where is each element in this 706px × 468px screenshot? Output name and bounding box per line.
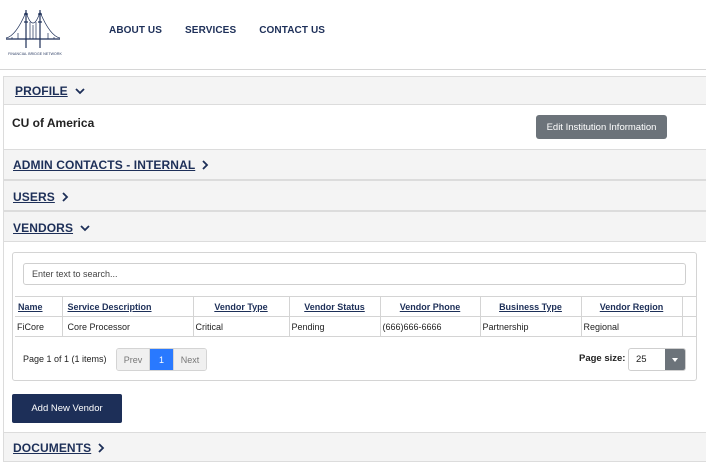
pager: Prev 1 Next — [116, 348, 207, 371]
main-nav: ABOUT US SERVICES CONTACT US — [109, 25, 325, 36]
cell-business-type: Partnership — [480, 316, 582, 337]
nav-contact-us[interactable]: CONTACT US — [259, 25, 325, 36]
section-users-toggle[interactable]: USERS — [13, 190, 69, 204]
institution-name: CU of America — [12, 116, 95, 130]
logo-text: FINANCIAL BRIDGE NETWORK — [8, 52, 62, 56]
site-header: FINANCIAL BRIDGE NETWORK ABOUT US SERVIC… — [0, 0, 706, 70]
column-header-vendor-region[interactable]: Vendor Region — [581, 296, 683, 317]
page-size-label: Page size: — [579, 353, 626, 364]
cell-vendor-region: Regional — [581, 316, 683, 337]
section-documents-header[interactable]: DOCUMENTS — [3, 432, 706, 462]
page-size-select[interactable]: 25 — [628, 348, 686, 371]
page-size-value: 25 — [636, 354, 647, 365]
caret-down-icon[interactable] — [665, 349, 685, 370]
bridge-logo-icon[interactable]: FINANCIAL BRIDGE NETWORK — [4, 8, 62, 56]
chevron-right-icon — [62, 192, 69, 202]
column-header-spacer — [682, 296, 697, 317]
section-profile-header[interactable]: PROFILE — [3, 76, 706, 105]
table-header-row: Name Service Description Vendor Type Ven… — [15, 296, 697, 317]
section-admin-contacts-toggle[interactable]: ADMIN CONTACTS - INTERNAL — [13, 158, 209, 172]
column-header-vendor-type[interactable]: Vendor Type — [193, 296, 290, 317]
cell-service-description: Core Processor — [62, 316, 194, 337]
vendor-search-input[interactable] — [23, 263, 686, 285]
column-header-service-description[interactable]: Service Description — [62, 296, 194, 317]
column-header-vendor-status[interactable]: Vendor Status — [289, 296, 381, 317]
chevron-down-icon — [80, 224, 90, 232]
section-users-header[interactable]: USERS — [3, 180, 706, 211]
vendor-grid: Name Service Description Vendor Type Ven… — [12, 252, 697, 381]
column-header-vendor-phone[interactable]: Vendor Phone — [380, 296, 481, 317]
section-users-title: USERS — [13, 190, 55, 204]
section-documents-toggle[interactable]: DOCUMENTS — [13, 441, 105, 455]
nav-services[interactable]: SERVICES — [185, 25, 236, 36]
table-row[interactable]: FiCore Core Processor Critical Pending (… — [15, 316, 697, 337]
cell-spacer — [682, 316, 697, 337]
chevron-right-icon — [98, 443, 105, 453]
column-header-name[interactable]: Name — [15, 296, 63, 317]
edit-institution-button[interactable]: Edit Institution Information — [536, 115, 667, 139]
section-documents-title: DOCUMENTS — [13, 441, 92, 455]
section-vendors-header[interactable]: VENDORS — [3, 211, 706, 242]
chevron-down-icon — [75, 87, 85, 95]
cell-name: FiCore — [15, 316, 63, 337]
section-admin-contacts-header[interactable]: ADMIN CONTACTS - INTERNAL — [3, 149, 706, 180]
pager-page-1[interactable]: 1 — [150, 349, 173, 370]
nav-about-us[interactable]: ABOUT US — [109, 25, 162, 36]
section-profile-toggle[interactable]: PROFILE — [15, 84, 85, 98]
pager-summary: Page 1 of 1 (1 items) — [23, 354, 107, 364]
section-admin-contacts-title: ADMIN CONTACTS - INTERNAL — [13, 158, 196, 172]
chevron-right-icon — [202, 160, 209, 170]
add-new-vendor-button[interactable]: Add New Vendor — [12, 394, 122, 423]
pager-prev-button[interactable]: Prev — [117, 349, 150, 370]
cell-vendor-phone: (666)666-6666 — [380, 316, 481, 337]
pager-next-button[interactable]: Next — [173, 349, 206, 370]
cell-vendor-type: Critical — [193, 316, 290, 337]
column-header-business-type[interactable]: Business Type — [480, 296, 582, 317]
section-vendors-title: VENDORS — [13, 221, 74, 235]
vendor-table: Name Service Description Vendor Type Ven… — [15, 296, 697, 337]
section-profile-title: PROFILE — [15, 84, 68, 98]
cell-vendor-status: Pending — [289, 316, 381, 337]
section-vendors-toggle[interactable]: VENDORS — [13, 221, 90, 235]
